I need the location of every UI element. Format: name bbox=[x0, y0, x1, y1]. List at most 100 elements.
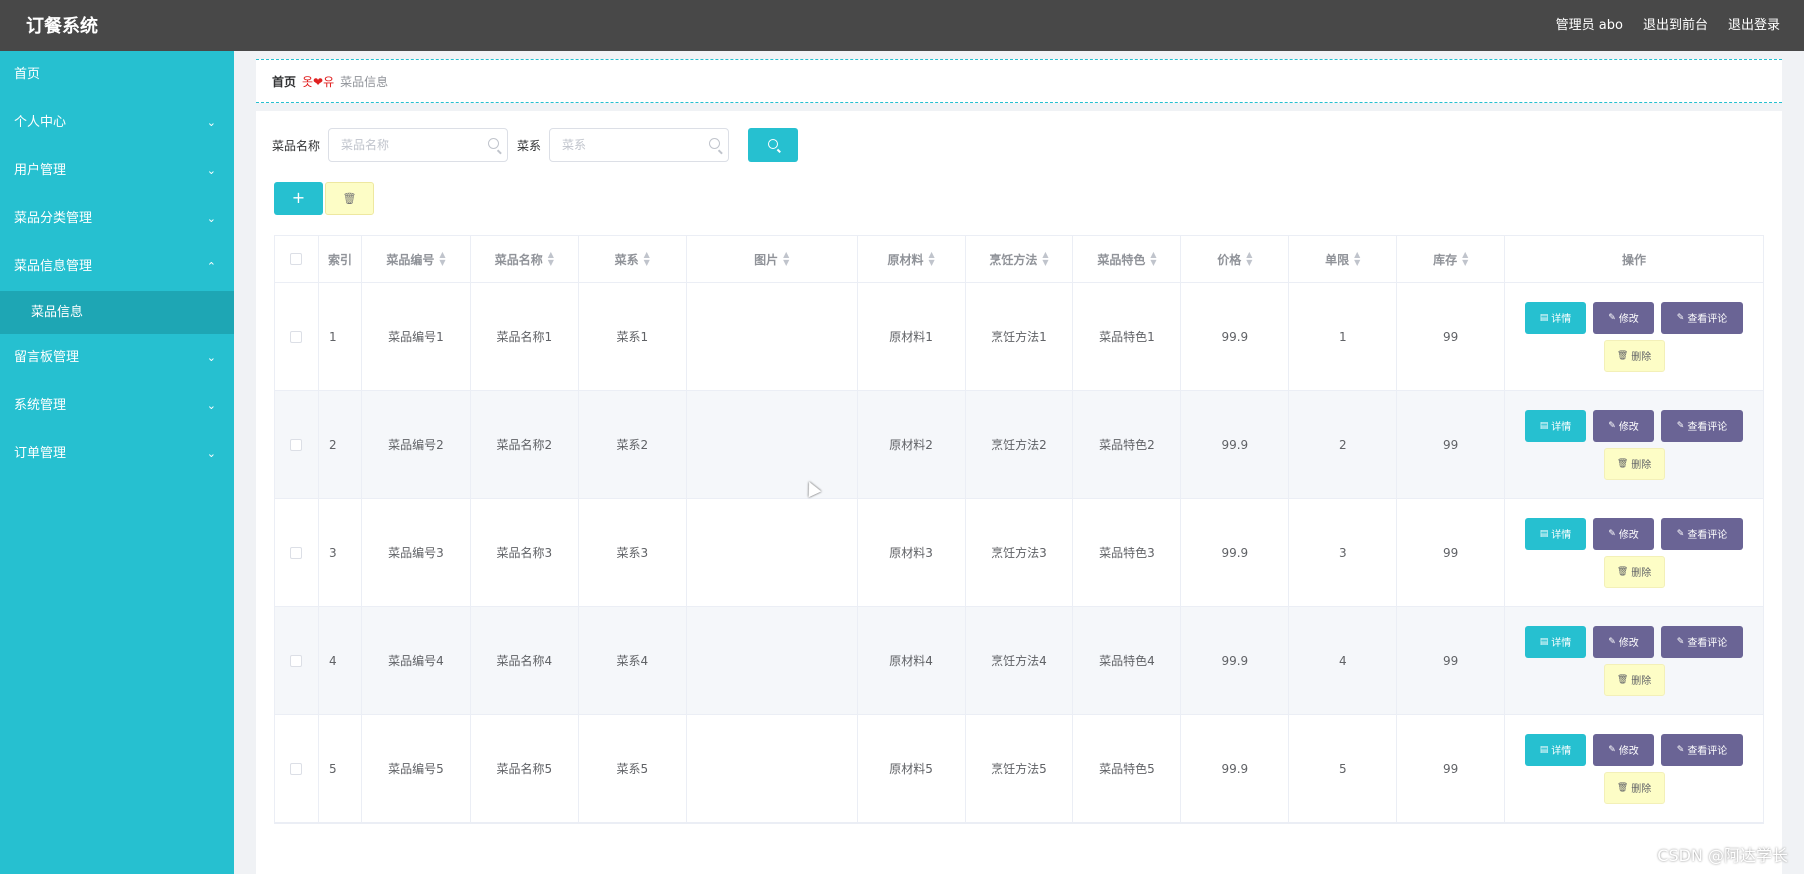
cell-price: 99.9 bbox=[1181, 607, 1290, 714]
header-image[interactable]: 图片 ▲ ▼ bbox=[687, 236, 858, 282]
view-comments-button[interactable]: ✎ 查看评论 bbox=[1661, 733, 1744, 766]
cell-index: 4 bbox=[319, 607, 362, 714]
sort-icon[interactable]: ▲ ▼ bbox=[1246, 251, 1252, 267]
sort-icon[interactable]: ▲ ▼ bbox=[783, 251, 789, 267]
header-method[interactable]: 烹饪方法 ▲ ▼ bbox=[966, 236, 1074, 282]
sort-icon[interactable]: ▲ ▼ bbox=[1042, 251, 1048, 267]
cell-text: 菜系5 bbox=[616, 762, 649, 776]
detail-button[interactable]: ▤ 详情 bbox=[1525, 625, 1587, 658]
edit-button[interactable]: ✎ 修改 bbox=[1593, 625, 1655, 658]
view-comments-button[interactable]: ✎ 查看评论 bbox=[1661, 301, 1744, 334]
cell-ops: ▤ 详情 ✎ 修改 ✎ 查看评论 🗑 删除 bbox=[1505, 607, 1763, 714]
cell-price: 99.9 bbox=[1181, 715, 1290, 822]
cell-text: 烹饪方法2 bbox=[991, 438, 1047, 452]
cell-image bbox=[687, 391, 858, 498]
sort-icon[interactable]: ▲ ▼ bbox=[644, 251, 650, 267]
table-body: 1 菜品编号1 菜品名称1 菜系1 原材料1 烹饪方法1 菜品特色1 99.9 1 99 ▤ 详情 ✎ 修… bbox=[275, 283, 1763, 823]
button-label: 删除 bbox=[1631, 676, 1652, 687]
button-label: 详情 bbox=[1551, 530, 1572, 541]
delete-button[interactable]: 🗑 删除 bbox=[1603, 771, 1665, 804]
sort-icon[interactable]: ▲ ▼ bbox=[1354, 251, 1360, 267]
header-label: 操作 bbox=[1622, 252, 1647, 267]
breadcrumb-home[interactable]: 首页 bbox=[272, 73, 296, 90]
sidebar-item-message-board-management[interactable]: 留言板管理 ⌄ bbox=[0, 334, 234, 382]
cuisine-input[interactable] bbox=[550, 129, 701, 161]
dish-name-label: 菜品名称 bbox=[272, 138, 321, 153]
dish-table: 索引 菜品编号 ▲ ▼ 菜品名称 ▲ ▼ 菜系 ▲ ▼ 图片 ▲ ▼ 原材料 ▲ ▼ 烹饪方法 ▲ ▼ … bbox=[274, 235, 1764, 824]
sidebar-item-label: 菜品分类管理 bbox=[14, 211, 93, 226]
cell-cuisine: 菜系3 bbox=[579, 499, 687, 606]
detail-button[interactable]: ▤ 详情 bbox=[1525, 517, 1587, 550]
sort-icon[interactable]: ▲ ▼ bbox=[548, 251, 554, 267]
row-checkbox[interactable] bbox=[290, 438, 303, 451]
row-checkbox[interactable] bbox=[290, 762, 303, 775]
select-all-checkbox[interactable] bbox=[290, 253, 303, 265]
cell-image bbox=[687, 283, 858, 390]
button-label: 修改 bbox=[1618, 314, 1639, 325]
sidebar-item-dish-info-management[interactable]: 菜品信息管理 ⌃ bbox=[0, 243, 234, 291]
add-button[interactable]: + bbox=[274, 182, 323, 215]
row-checkbox[interactable] bbox=[290, 654, 303, 667]
row-select-cell bbox=[275, 715, 319, 822]
sidebar: 首页 个人中心 ⌄ 用户管理 ⌄ 菜品分类管理 ⌄ 菜品信息管理 ⌃ 菜品信息 留言板管… bbox=[0, 51, 234, 874]
cell-text: 99 bbox=[1443, 437, 1459, 452]
ops-row: ▤ 详情 ✎ 修改 ✎ 查看评论 bbox=[1525, 301, 1744, 334]
cell-limit: 4 bbox=[1289, 607, 1398, 714]
header-limit[interactable]: 单限 ▲ ▼ bbox=[1289, 236, 1398, 282]
chevron-down-icon: ⌄ bbox=[206, 164, 216, 177]
cell-text: 菜品特色4 bbox=[1099, 654, 1155, 668]
delete-button[interactable]: 🗑 删除 bbox=[1603, 339, 1665, 372]
sidebar-item-system-management[interactable]: 系统管理 ⌄ bbox=[0, 382, 234, 430]
detail-button[interactable]: ▤ 详情 bbox=[1525, 409, 1587, 442]
sort-icon[interactable]: ▲ ▼ bbox=[1462, 251, 1468, 267]
dish-name-input[interactable] bbox=[329, 129, 480, 161]
sidebar-item-user-management[interactable]: 用户管理 ⌄ bbox=[0, 147, 234, 195]
view-comments-button[interactable]: ✎ 查看评论 bbox=[1661, 625, 1744, 658]
edit-button[interactable]: ✎ 修改 bbox=[1593, 733, 1655, 766]
delete-button[interactable]: 🗑 删除 bbox=[1603, 663, 1665, 696]
cell-feature: 菜品特色5 bbox=[1073, 715, 1182, 822]
edit-button[interactable]: ✎ 修改 bbox=[1593, 517, 1655, 550]
header-material[interactable]: 原材料 ▲ ▼ bbox=[858, 236, 966, 282]
sort-icon[interactable]: ▲ ▼ bbox=[439, 251, 445, 267]
sidebar-item-home[interactable]: 首页 bbox=[0, 51, 234, 99]
header-price[interactable]: 价格 ▲ ▼ bbox=[1181, 236, 1290, 282]
cell-index: 5 bbox=[319, 715, 362, 822]
row-checkbox[interactable] bbox=[290, 330, 303, 343]
sort-icon[interactable]: ▲ ▼ bbox=[1150, 251, 1156, 267]
header-code[interactable]: 菜品编号 ▲ ▼ bbox=[362, 236, 471, 282]
sidebar-item-personal-center[interactable]: 个人中心 ⌄ bbox=[0, 99, 234, 147]
cell-text: 1 bbox=[328, 329, 337, 344]
chevron-down-icon: ⌄ bbox=[206, 351, 216, 364]
delete-button[interactable]: 🗑 删除 bbox=[1603, 555, 1665, 588]
header-feature[interactable]: 菜品特色 ▲ ▼ bbox=[1073, 236, 1182, 282]
search-button[interactable] bbox=[748, 128, 799, 162]
sidebar-subitem-dish-info[interactable]: 菜品信息 bbox=[0, 291, 234, 334]
sidebar-item-order-management[interactable]: 订单管理 ⌄ bbox=[0, 430, 234, 478]
sidebar-item-dish-category-management[interactable]: 菜品分类管理 ⌄ bbox=[0, 195, 234, 243]
exit-to-front-link[interactable]: 退出到前台 bbox=[1643, 14, 1708, 33]
logout-link[interactable]: 退出登录 bbox=[1728, 14, 1780, 33]
row-checkbox[interactable] bbox=[290, 546, 303, 559]
button-label: 查看评论 bbox=[1687, 638, 1728, 649]
admin-user-label: 管理员 abo bbox=[1555, 18, 1623, 33]
detail-button[interactable]: ▤ 详情 bbox=[1525, 301, 1587, 334]
view-comments-button[interactable]: ✎ 查看评论 bbox=[1661, 517, 1744, 550]
edit-icon: ✎ bbox=[1676, 636, 1685, 647]
detail-button[interactable]: ▤ 详情 bbox=[1525, 733, 1587, 766]
edit-button[interactable]: ✎ 修改 bbox=[1593, 409, 1655, 442]
cell-text: 99 bbox=[1443, 761, 1459, 776]
header-name[interactable]: 菜品名称 ▲ ▼ bbox=[471, 236, 579, 282]
delete-button[interactable]: 🗑 删除 bbox=[1603, 447, 1665, 480]
cell-text: 原材料3 bbox=[889, 546, 933, 560]
cell-text: 菜品名称3 bbox=[496, 546, 553, 560]
sort-icon[interactable]: ▲ ▼ bbox=[928, 251, 934, 267]
edit-button[interactable]: ✎ 修改 bbox=[1593, 301, 1655, 334]
batch-delete-button[interactable]: 🗑 bbox=[325, 182, 374, 215]
cell-feature: 菜品特色3 bbox=[1073, 499, 1182, 606]
cell-cuisine: 菜系4 bbox=[579, 607, 687, 714]
view-comments-button[interactable]: ✎ 查看评论 bbox=[1661, 409, 1744, 442]
header-stock[interactable]: 库存 ▲ ▼ bbox=[1397, 236, 1506, 282]
header-cuisine[interactable]: 菜系 ▲ ▼ bbox=[579, 236, 687, 282]
cell-image bbox=[687, 499, 858, 606]
